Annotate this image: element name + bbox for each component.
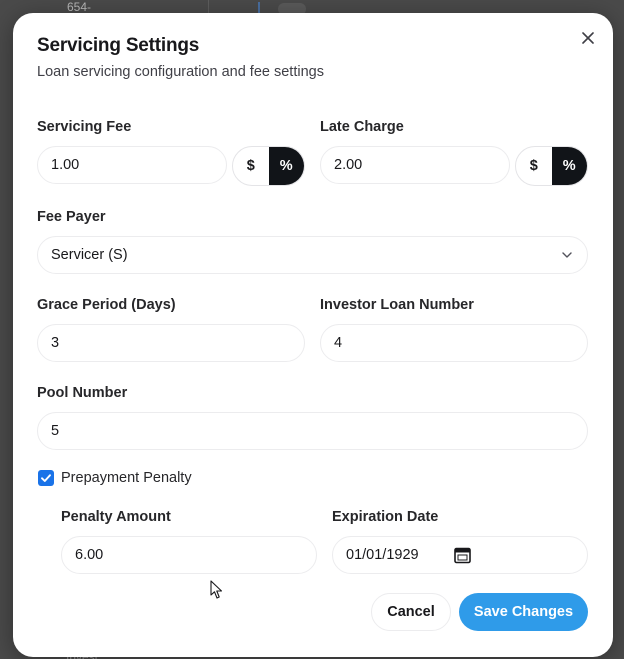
servicing-fee-label: Servicing Fee <box>37 119 132 135</box>
checkmark-icon <box>41 474 51 482</box>
late-charge-unit-toggle: $ % <box>515 146 588 186</box>
penalty-amount-input[interactable]: 6.00 <box>61 536 317 574</box>
investor-loan-number-label: Investor Loan Number <box>320 297 474 313</box>
penalty-amount-label: Penalty Amount <box>61 509 171 525</box>
servicing-settings-dialog: Servicing Settings Loan servicing config… <box>13 13 613 657</box>
mouse-cursor-icon <box>210 580 223 599</box>
pool-number-input[interactable]: 5 <box>37 412 588 450</box>
servicing-fee-unit-toggle: $ % <box>232 146 305 186</box>
investor-loan-number-input[interactable]: 4 <box>320 324 588 362</box>
grace-period-input[interactable]: 3 <box>37 324 305 362</box>
close-icon <box>582 32 594 44</box>
prepayment-penalty-checkbox[interactable] <box>38 470 54 486</box>
prepayment-penalty-label[interactable]: Prepayment Penalty <box>61 470 192 486</box>
background-divider <box>208 0 209 14</box>
fee-payer-select[interactable]: Servicer (S) <box>37 236 588 274</box>
close-button[interactable] <box>579 29 597 47</box>
late-charge-input[interactable]: 2.00 <box>320 146 510 184</box>
cancel-button[interactable]: Cancel <box>371 593 451 631</box>
pool-number-label: Pool Number <box>37 385 128 401</box>
dialog-title: Servicing Settings <box>37 35 200 56</box>
late-charge-label: Late Charge <box>320 119 404 135</box>
servicing-fee-input[interactable]: 1.00 <box>37 146 227 184</box>
expiration-date-label: Expiration Date <box>332 509 439 525</box>
late-charge-dollar-option[interactable]: $ <box>516 147 552 185</box>
late-charge-percent-option[interactable]: % <box>551 147 587 185</box>
calendar-icon[interactable] <box>454 547 471 564</box>
fee-payer-value: Servicer (S) <box>51 247 128 263</box>
save-changes-button[interactable]: Save Changes <box>459 593 588 631</box>
fee-payer-label: Fee Payer <box>37 209 106 225</box>
chevron-down-icon <box>562 252 572 258</box>
expiration-date-value: 01/01/1929 <box>346 547 419 563</box>
servicing-fee-dollar-option[interactable]: $ <box>233 147 269 185</box>
background-text: 654- <box>67 0 92 14</box>
dialog-subtitle: Loan servicing configuration and fee set… <box>37 64 324 80</box>
grace-period-label: Grace Period (Days) <box>37 297 176 313</box>
servicing-fee-percent-option[interactable]: % <box>268 147 304 185</box>
